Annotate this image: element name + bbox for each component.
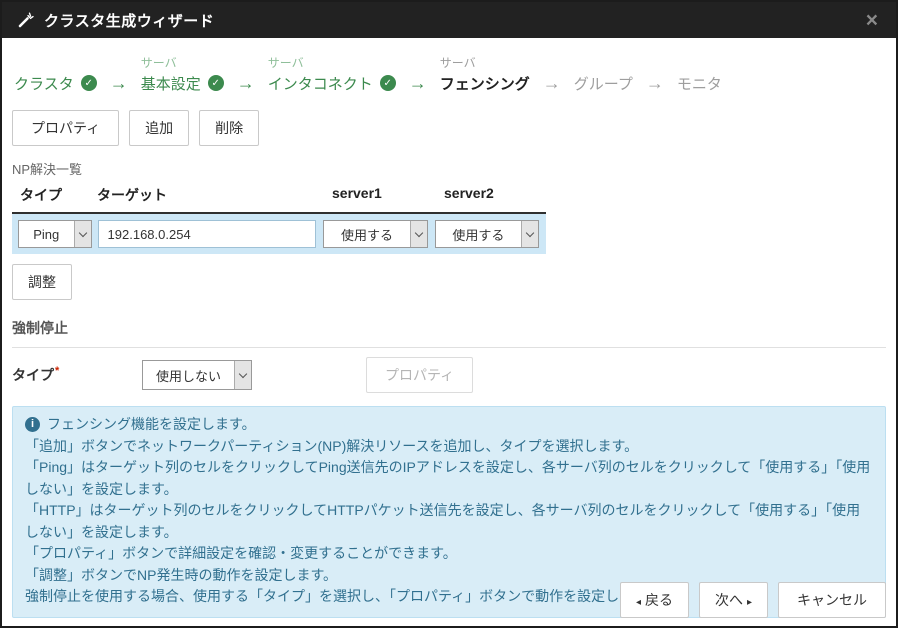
np-type-value: Ping [19,221,74,247]
step-basic-settings[interactable]: サーバ 基本設定 ✓ [141,54,224,94]
wizard-wand-icon [16,10,36,30]
np-table-header: タイプ ターゲット server1 server2 [12,185,546,214]
info-text: フェンシング機能を設定します。 [47,414,256,436]
forced-stop-type-row: タイプ* 使用しない プロパティ [12,357,886,393]
forced-stop-type-label: タイプ* [12,365,142,385]
property-button[interactable]: プロパティ [12,110,119,146]
step-fencing-current: サーバ フェンシング [440,54,530,94]
step-label: 基本設定 [141,73,201,94]
info-icon: i [25,417,40,432]
required-mark: * [55,365,59,377]
step-label: モニタ [677,73,722,94]
cluster-wizard-dialog: クラスタ生成ウィザード × クラスタ ✓ → サーバ 基本設定 ✓ → サーバ [0,0,898,628]
info-line: i フェンシング機能を設定します。 [25,414,873,436]
forced-stop-type-value: 使用しない [143,361,234,389]
chevron-down-icon [234,361,251,389]
section-divider [12,347,886,348]
back-button[interactable]: ◂ 戻る [620,582,689,618]
next-arrow-icon: ▸ [747,597,752,608]
np-toolbar: プロパティ 追加 削除 [12,110,886,146]
chevron-down-icon [74,221,91,247]
col-header-type: タイプ [12,185,97,205]
back-label: 戻る [645,592,673,608]
step-label: インタコネクト [268,73,373,94]
np-server2-value: 使用する [436,221,521,247]
footer-buttons: ◂ 戻る 次へ ▸ キャンセル [620,582,886,618]
step-arrow-icon: → [543,72,561,94]
close-icon[interactable]: × [862,10,882,31]
forced-stop-type-select[interactable]: 使用しない [142,360,252,390]
np-list-caption: NP解決一覧 [12,159,886,178]
window-title: クラスタ生成ウィザード [44,10,214,31]
chevron-down-icon [410,221,427,247]
check-circle-icon: ✓ [81,75,97,91]
info-line: 「追加」ボタンでネットワークパーティション(NP)解決リソースを追加し、タイプを… [25,436,873,458]
col-header-server2: server2 [444,185,546,205]
step-arrow-icon: → [409,72,427,94]
step-label: クラスタ [14,73,74,94]
check-circle-icon: ✓ [380,75,396,91]
cancel-button[interactable]: キャンセル [778,582,886,618]
step-sublabel: サーバ [440,54,530,72]
check-circle-icon: ✓ [208,75,224,91]
type-label-text: タイプ [12,367,54,383]
step-group: グループ [574,72,633,94]
title-bar: クラスタ生成ウィザード × [2,2,896,38]
col-header-server1: server1 [332,185,444,205]
remove-button[interactable]: 削除 [199,110,259,146]
step-cluster[interactable]: クラスタ ✓ [14,72,97,94]
step-label: グループ [574,73,633,94]
step-label: フェンシング [440,73,530,94]
np-table-row: Ping 使用する 使用する [12,214,546,254]
step-sublabel: サーバ [141,54,224,72]
back-arrow-icon: ◂ [636,597,641,608]
step-arrow-icon: → [237,72,255,94]
chevron-down-icon [521,221,538,247]
forced-stop-property-button[interactable]: プロパティ [366,357,473,393]
cancel-label: キャンセル [797,592,867,608]
tune-button[interactable]: 調整 [12,264,72,300]
add-button[interactable]: 追加 [129,110,189,146]
info-line: 「HTTP」はターゲット列のセルをクリックしてHTTPパケット送信先を設定し、各… [25,500,873,543]
step-arrow-icon: → [646,72,664,94]
np-type-select[interactable]: Ping [18,220,92,248]
np-target-input[interactable] [98,220,317,248]
step-monitor: モニタ [677,72,722,94]
wizard-steps: クラスタ ✓ → サーバ 基本設定 ✓ → サーバ インタコネクト ✓ [12,38,886,106]
col-header-target: ターゲット [97,185,332,205]
next-button[interactable]: 次へ ▸ [699,582,768,618]
info-line: 「Ping」はターゲット列のセルをクリックしてPing送信先のIPアドレスを設定… [25,457,873,500]
step-arrow-icon: → [110,72,128,94]
step-sublabel: サーバ [268,54,396,72]
np-server2-select[interactable]: 使用する [435,220,539,248]
np-server1-select[interactable]: 使用する [323,220,427,248]
next-label: 次へ [715,592,743,608]
np-server1-value: 使用する [324,221,409,247]
step-interconnect[interactable]: サーバ インタコネクト ✓ [268,54,396,94]
dialog-content: クラスタ ✓ → サーバ 基本設定 ✓ → サーバ インタコネクト ✓ [2,38,896,618]
info-line: 「プロパティ」ボタンで詳細設定を確認・変更することができます。 [25,543,873,565]
forced-stop-heading: 強制停止 [12,318,886,338]
